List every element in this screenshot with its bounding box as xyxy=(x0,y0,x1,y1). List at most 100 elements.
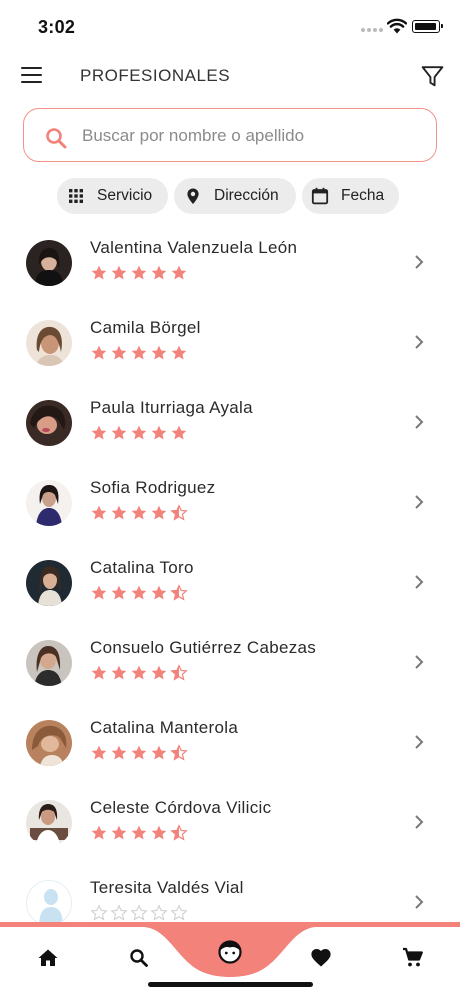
chevron-right-icon xyxy=(415,575,424,589)
star-rating xyxy=(90,744,188,762)
star-filled-icon xyxy=(111,745,127,760)
avatar xyxy=(26,400,72,446)
star-filled-icon xyxy=(151,345,167,360)
star-rating xyxy=(90,584,188,602)
list-item[interactable]: Consuelo Gutiérrez Cabezas xyxy=(0,622,460,702)
heart-icon xyxy=(311,949,331,967)
app-bar: PROFESIONALES xyxy=(0,52,460,100)
star-filled-icon xyxy=(131,665,147,680)
star-filled-icon xyxy=(151,665,167,680)
star-half-icon xyxy=(170,744,188,761)
hamburger-menu-icon[interactable] xyxy=(21,67,42,83)
list-item[interactable]: Paula Iturriaga Ayala xyxy=(0,382,460,462)
list-item[interactable]: Camila Börgel xyxy=(0,302,460,382)
star-filled-icon xyxy=(151,825,167,840)
star-empty-icon xyxy=(170,904,188,921)
star-filled-icon xyxy=(91,505,107,520)
nav-professionals-button[interactable] xyxy=(210,932,250,972)
list-item[interactable]: Catalina Toro xyxy=(0,542,460,622)
star-empty-icon xyxy=(90,904,108,921)
professional-name: Catalina Toro xyxy=(90,558,194,577)
avatar xyxy=(26,640,72,686)
page-title: PROFESIONALES xyxy=(80,66,231,85)
professional-name: Teresita Valdés Vial xyxy=(90,878,244,897)
star-filled-icon xyxy=(111,265,127,280)
star-filled-icon xyxy=(91,825,107,840)
star-filled-icon xyxy=(151,425,167,440)
star-rating xyxy=(90,264,188,282)
search-icon xyxy=(130,949,148,967)
professionals-list: Valentina Valenzuela León Camila Börgel … xyxy=(0,222,460,942)
star-filled-icon xyxy=(111,825,127,840)
star-filled-icon xyxy=(111,665,127,680)
star-rating xyxy=(90,904,188,922)
star-filled-icon xyxy=(91,345,107,360)
star-rating xyxy=(90,424,188,442)
star-filled-icon xyxy=(131,265,147,280)
star-half-icon xyxy=(170,584,188,601)
professional-name: Sofia Rodriguez xyxy=(90,478,216,497)
star-filled-icon xyxy=(131,425,147,440)
star-filled-icon xyxy=(111,425,127,440)
avatar xyxy=(26,320,72,366)
star-filled-icon xyxy=(151,505,167,520)
nav-home-button[interactable] xyxy=(36,946,60,970)
nav-favorites-button[interactable] xyxy=(309,946,333,970)
chevron-right-icon xyxy=(415,735,424,749)
filter-chips: Servicio Dirección Fecha xyxy=(0,178,460,214)
status-time: 3:02 xyxy=(38,17,76,37)
search-icon xyxy=(46,128,67,149)
star-filled-icon xyxy=(111,585,127,600)
nav-search-button[interactable] xyxy=(127,946,151,970)
filter-chip-fecha[interactable]: Fecha xyxy=(302,178,399,214)
filter-chip-label: Fecha xyxy=(341,187,385,204)
star-rating xyxy=(90,504,188,522)
list-item[interactable]: Celeste Córdova Vilicic xyxy=(0,782,460,862)
grid-icon xyxy=(69,189,83,203)
search-input[interactable] xyxy=(82,123,422,149)
star-half-icon xyxy=(170,664,188,681)
list-item[interactable]: Sofia Rodriguez xyxy=(0,462,460,542)
star-filled-icon xyxy=(131,825,147,840)
star-empty-icon xyxy=(150,904,168,921)
star-half-icon xyxy=(170,504,188,521)
star-filled-icon xyxy=(131,585,147,600)
face-icon xyxy=(218,940,242,964)
avatar xyxy=(26,480,72,526)
status-bar: 3:02 xyxy=(0,0,460,52)
search-box[interactable] xyxy=(23,108,437,162)
nav-cart-button[interactable] xyxy=(401,946,425,970)
home-indicator xyxy=(148,982,313,987)
star-filled-icon xyxy=(91,585,107,600)
avatar xyxy=(26,800,72,846)
star-filled-icon xyxy=(131,345,147,360)
avatar xyxy=(26,240,72,286)
filter-chip-direccion[interactable]: Dirección xyxy=(174,178,296,214)
star-filled-icon xyxy=(91,665,107,680)
chevron-right-icon xyxy=(415,415,424,429)
chevron-right-icon xyxy=(415,815,424,829)
battery-icon xyxy=(412,20,443,33)
funnel-filter-icon[interactable] xyxy=(420,64,445,89)
list-item[interactable]: Catalina Manterola xyxy=(0,702,460,782)
chevron-right-icon xyxy=(415,895,424,909)
star-half-icon xyxy=(170,824,188,841)
professional-name: Celeste Córdova Vilicic xyxy=(90,798,272,817)
filter-chip-label: Servicio xyxy=(97,187,153,204)
list-item[interactable]: Valentina Valenzuela León xyxy=(0,222,460,302)
star-filled-icon xyxy=(91,425,107,440)
star-empty-icon xyxy=(110,904,128,921)
avatar xyxy=(26,880,72,926)
location-pin-icon xyxy=(187,188,199,204)
chevron-right-icon xyxy=(415,495,424,509)
professional-name: Camila Börgel xyxy=(90,318,201,337)
star-filled-icon xyxy=(131,745,147,760)
filter-chip-servicio[interactable]: Servicio xyxy=(57,178,168,214)
chevron-right-icon xyxy=(415,655,424,669)
avatar xyxy=(26,560,72,606)
bottom-nav xyxy=(0,922,460,996)
wifi-icon xyxy=(387,18,407,34)
professional-name: Catalina Manterola xyxy=(90,718,239,737)
signal-icon xyxy=(361,28,383,32)
star-filled-icon xyxy=(151,265,167,280)
